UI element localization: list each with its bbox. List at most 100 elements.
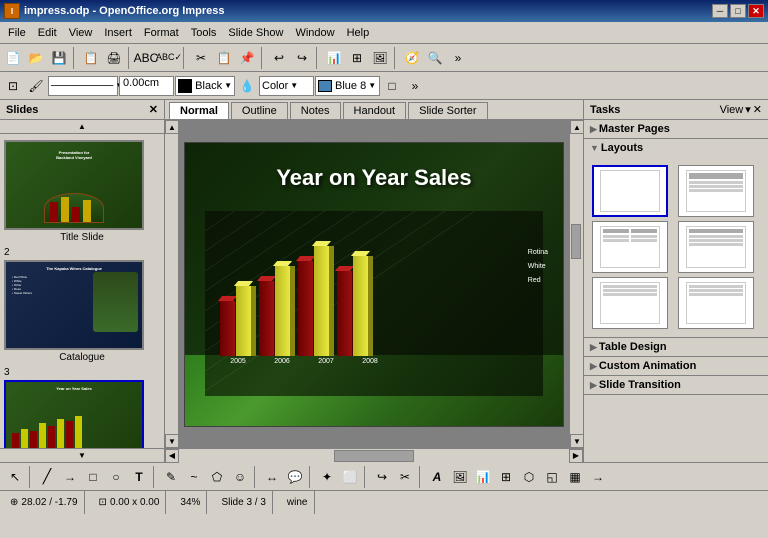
shadow-button[interactable]: □	[381, 75, 403, 97]
slide-item-3[interactable]: 3 Year on Year Sales Sales	[4, 367, 160, 448]
print-button[interactable]: 🖨	[103, 47, 125, 69]
copy-button[interactable]: 📋	[213, 47, 235, 69]
menu-help[interactable]: Help	[341, 25, 376, 41]
slide-layout-button[interactable]: ⊡	[2, 75, 24, 97]
arrow-tool[interactable]: →	[59, 466, 81, 488]
polygon-tool[interactable]: ⬠	[206, 466, 228, 488]
menu-format[interactable]: Format	[138, 25, 185, 41]
crop-tool[interactable]: ✂	[394, 466, 416, 488]
insert-chart-tool[interactable]: 📊	[472, 466, 494, 488]
curve-tool[interactable]: ~	[183, 466, 205, 488]
navigator-button[interactable]: 🧭	[401, 47, 423, 69]
master-pages-header[interactable]: ▶ Master Pages	[584, 120, 768, 138]
menu-view[interactable]: View	[63, 25, 99, 41]
tab-outline[interactable]: Outline	[231, 102, 288, 119]
color-dropdown[interactable]: Black ▼	[175, 76, 235, 96]
zoom-button[interactable]: 🔍	[424, 47, 446, 69]
line-tool[interactable]: ╱	[36, 466, 58, 488]
left-scroll-up[interactable]: ▲	[165, 120, 179, 134]
cut-button[interactable]: ✂	[190, 47, 212, 69]
callout-tool[interactable]: 💬	[284, 466, 306, 488]
hscroll-left[interactable]: ◀	[165, 449, 179, 463]
left-scroll-down[interactable]: ▼	[165, 434, 179, 448]
slides-scroll-up[interactable]: ▲	[0, 120, 164, 134]
connector-tool[interactable]: ↔	[261, 466, 283, 488]
layout-blank[interactable]	[592, 165, 668, 217]
open-button[interactable]: 📂	[25, 47, 47, 69]
symbol-tool[interactable]: ☺	[229, 466, 251, 488]
paste-button[interactable]: 📌	[236, 47, 258, 69]
custom-animation-header[interactable]: ▶ Custom Animation	[584, 357, 768, 375]
table-design-header[interactable]: ▶ Table Design	[584, 338, 768, 356]
export-pdf-button[interactable]: 📋	[80, 47, 102, 69]
slide-canvas[interactable]: Year on Year Sales	[184, 142, 564, 427]
menu-file[interactable]: File	[2, 25, 32, 41]
font-style-dropdown[interactable]: ──────── ▼	[48, 76, 118, 96]
right-scroll-thumb[interactable]	[571, 224, 581, 259]
more2-button[interactable]: »	[404, 75, 426, 97]
rect-tool[interactable]: □	[82, 466, 104, 488]
hscroll-thumb[interactable]	[334, 450, 414, 462]
menu-edit[interactable]: Edit	[32, 25, 63, 41]
spell-check2-button[interactable]: ABC✓	[158, 47, 180, 69]
menu-tools[interactable]: Tools	[185, 25, 223, 41]
rotate-tool[interactable]: ↪	[371, 466, 393, 488]
hscroll-right[interactable]: ▶	[569, 449, 583, 463]
layout-two-col[interactable]	[592, 221, 668, 273]
align-tool[interactable]: ▦	[564, 466, 586, 488]
styles-button[interactable]: 🖌	[25, 75, 47, 97]
tab-notes[interactable]: Notes	[290, 102, 341, 119]
layout-5[interactable]	[592, 277, 668, 329]
gallery-button[interactable]: 🖼	[369, 47, 391, 69]
status-zoom[interactable]: 34%	[174, 491, 207, 514]
layout-title-bar[interactable]	[678, 221, 754, 273]
minimize-button[interactable]: ─	[712, 4, 728, 18]
fill-color-dropdown[interactable]: Blue 8 ▼	[315, 76, 380, 96]
fill-style-dropdown[interactable]: Color ▼	[259, 76, 314, 96]
separator-4	[261, 47, 265, 69]
tasks-overflow[interactable]: ▾	[745, 103, 751, 116]
more-button[interactable]: »	[447, 47, 469, 69]
select-tool[interactable]: ↖	[4, 466, 26, 488]
flowchart-tool[interactable]: ⬜	[339, 466, 361, 488]
tab-normal[interactable]: Normal	[169, 102, 229, 119]
right-scroll-down[interactable]: ▼	[570, 434, 583, 448]
tab-handout[interactable]: Handout	[343, 102, 407, 119]
eyedropper-button[interactable]: 💧	[236, 75, 258, 97]
tab-slide-sorter[interactable]: Slide Sorter	[408, 102, 487, 119]
redo-button[interactable]: ↪	[291, 47, 313, 69]
fontwork-tool[interactable]: A	[426, 466, 448, 488]
view-label[interactable]: View	[720, 104, 744, 116]
slide-item-2[interactable]: 2 The Kapaka Wines Catalogue • Red Wine …	[4, 247, 160, 363]
layout-title-content[interactable]	[678, 165, 754, 217]
right-scroll-up[interactable]: ▲	[570, 120, 583, 134]
chart-button[interactable]: 📊	[323, 47, 345, 69]
freeform-tool[interactable]: ✎	[160, 466, 182, 488]
spell-check-button[interactable]: ABC	[135, 47, 157, 69]
save-button[interactable]: 💾	[48, 47, 70, 69]
close-button[interactable]: ✕	[748, 4, 764, 18]
insert-table-tool[interactable]: ⊞	[495, 466, 517, 488]
effects-tool[interactable]: ◱	[541, 466, 563, 488]
3d-objects-tool[interactable]: ⬡	[518, 466, 540, 488]
table-button[interactable]: ⊞	[346, 47, 368, 69]
layouts-header[interactable]: ▼ Layouts	[584, 139, 768, 157]
text-tool[interactable]: T	[128, 466, 150, 488]
new-button[interactable]: 📄	[2, 47, 24, 69]
undo-button[interactable]: ↩	[268, 47, 290, 69]
slides-close-button[interactable]: ✕	[149, 103, 158, 116]
menu-insert[interactable]: Insert	[98, 25, 138, 41]
slides-scroll-down[interactable]: ▼	[0, 448, 164, 462]
stars-tool[interactable]: ✦	[316, 466, 338, 488]
dimension-input[interactable]: 0.00cm	[119, 76, 174, 96]
maximize-button[interactable]: □	[730, 4, 746, 18]
tasks-close[interactable]: ✕	[753, 103, 762, 116]
ellipse-tool[interactable]: ○	[105, 466, 127, 488]
slide-item-1[interactable]: Presentation forBackland Vineyard Title …	[4, 140, 160, 243]
menu-slideshow[interactable]: Slide Show	[222, 25, 289, 41]
tab-order-tool[interactable]: →	[587, 466, 609, 488]
slide-transition-header[interactable]: ▶ Slide Transition	[584, 376, 768, 394]
layout-6[interactable]	[678, 277, 754, 329]
insert-image-tool[interactable]: 🖼	[449, 466, 471, 488]
menu-window[interactable]: Window	[289, 25, 340, 41]
